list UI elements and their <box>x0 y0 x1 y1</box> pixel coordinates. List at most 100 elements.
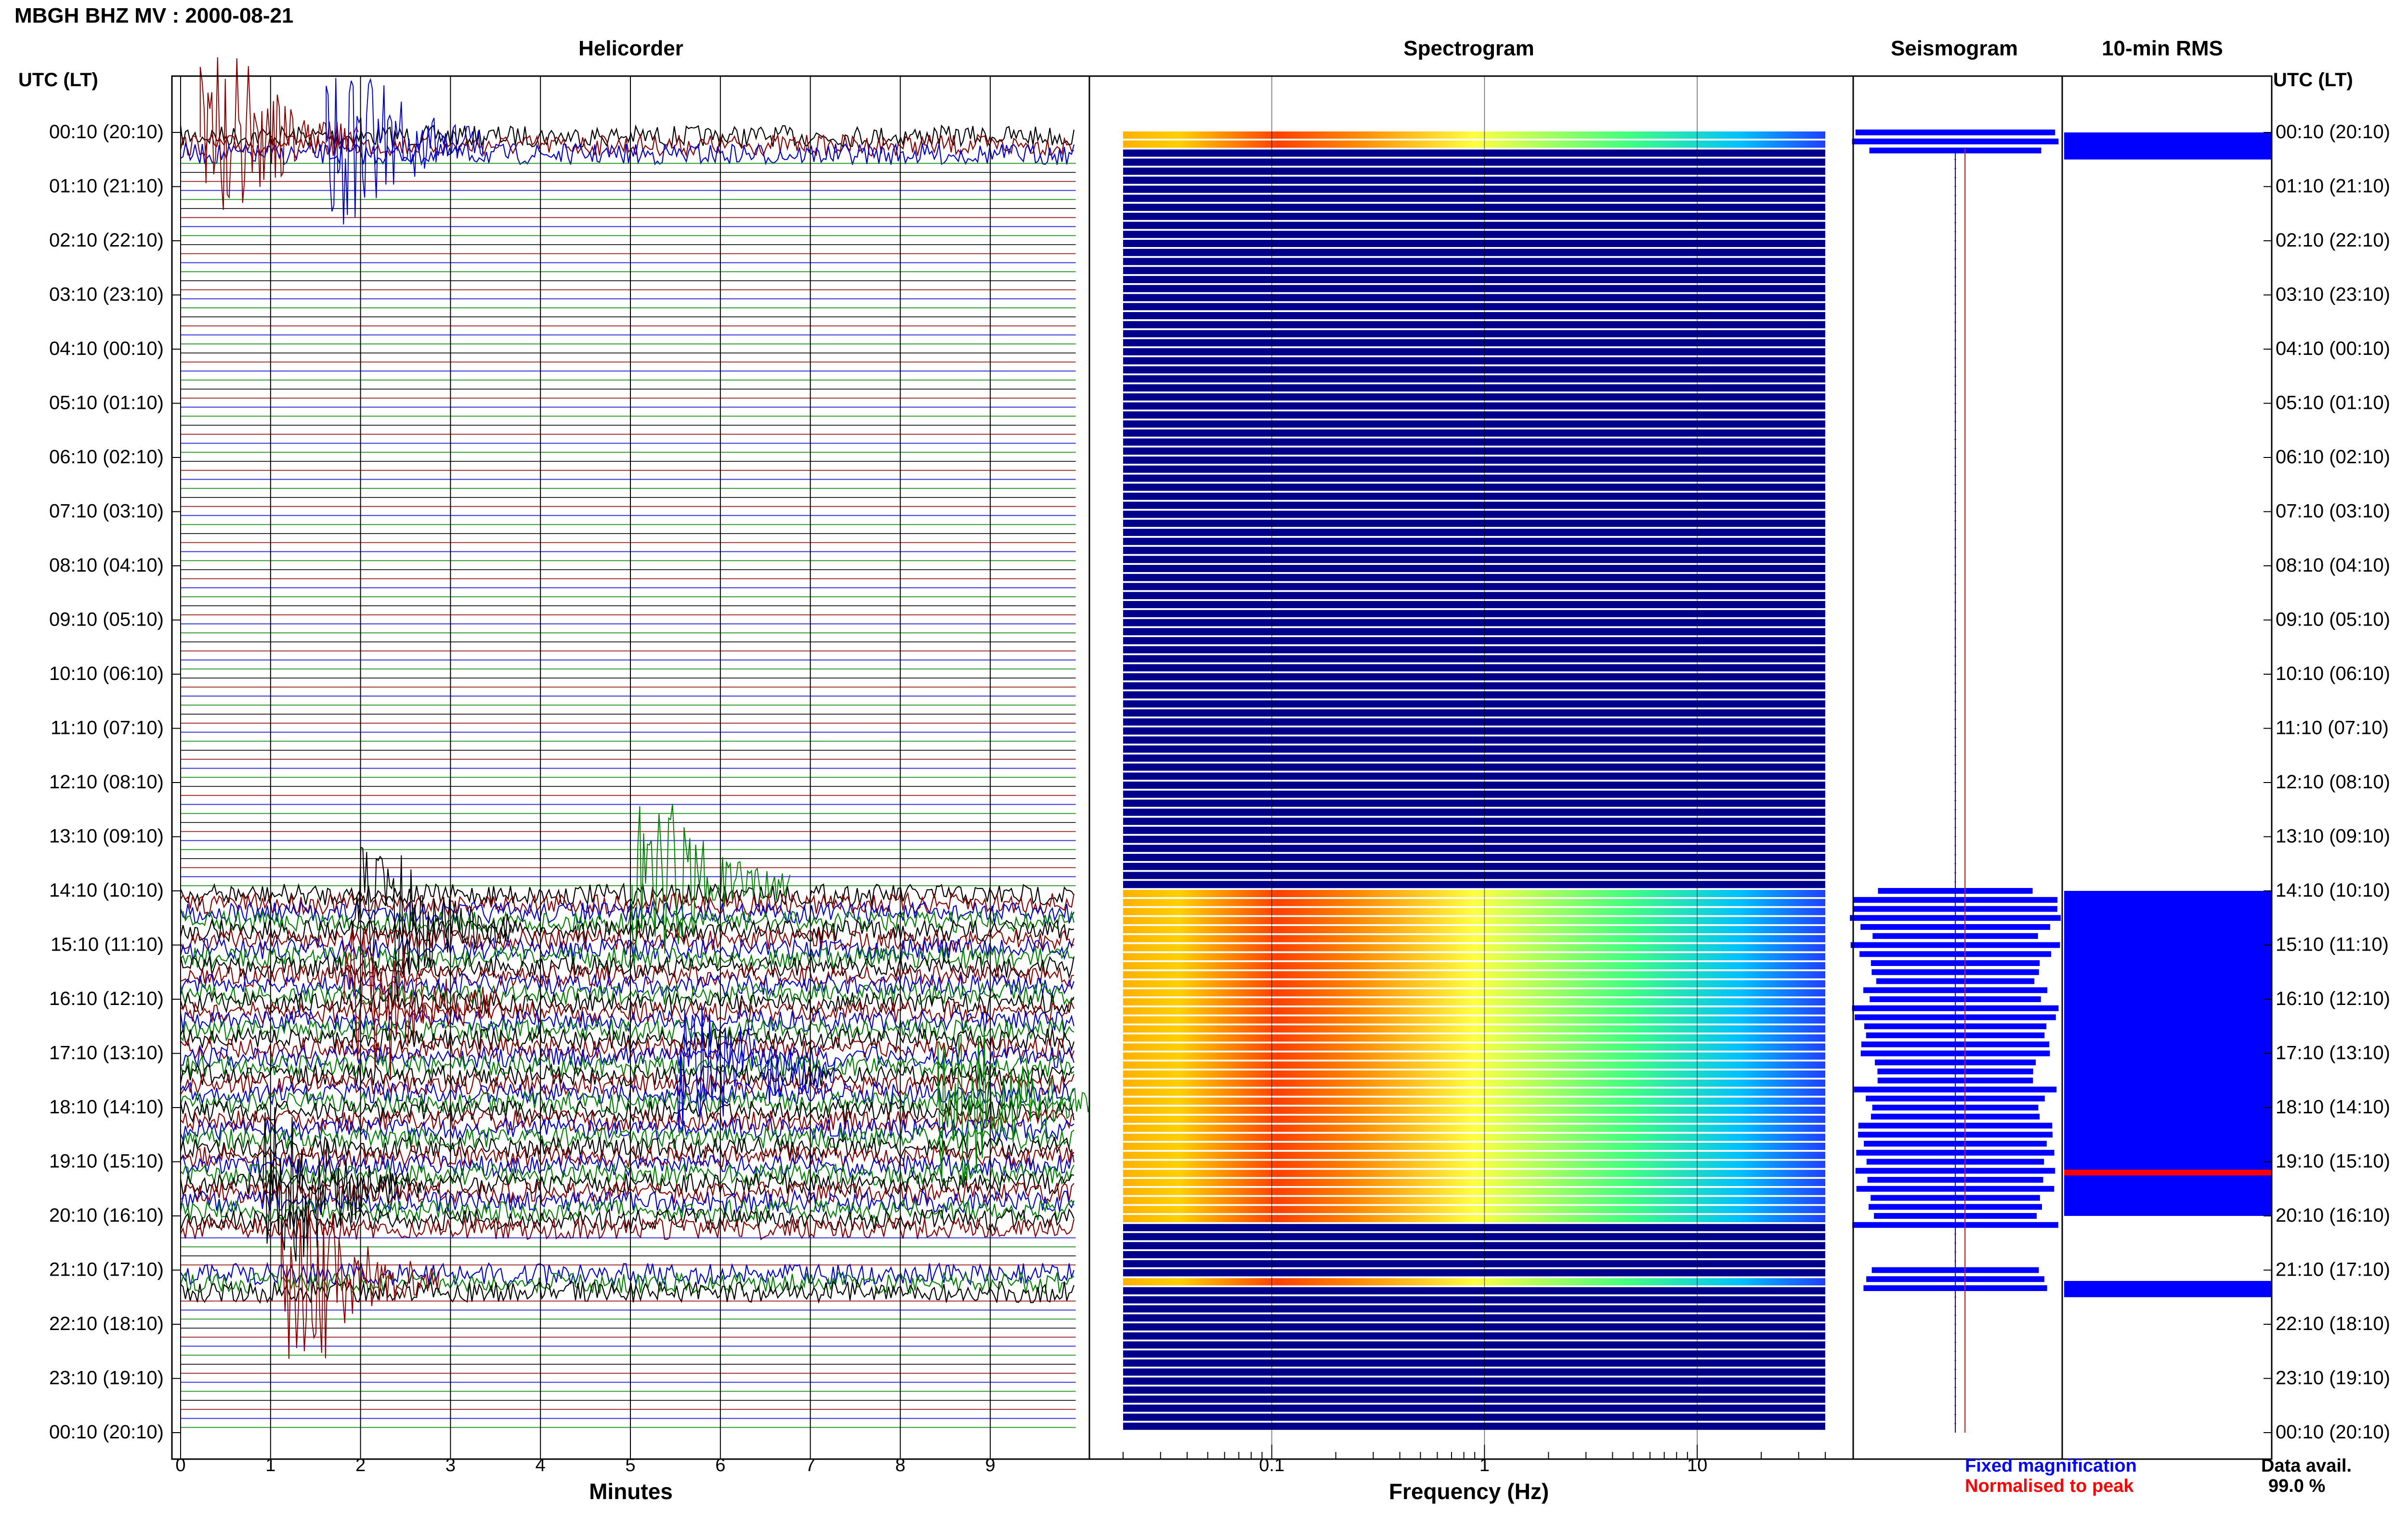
spectrogram-row <box>1123 619 1825 626</box>
spectrogram-row <box>1123 1079 1825 1087</box>
rms-bar <box>2064 1281 2272 1297</box>
spectrogram-row <box>1123 835 1825 843</box>
time-label-right: 03:10 (23:10) <box>2276 284 2390 305</box>
spectrogram-row <box>1123 899 1825 906</box>
time-label-right: 19:10 (15:10) <box>2276 1151 2390 1172</box>
spectrogram-row <box>1123 510 1825 518</box>
spectrogram-row <box>1123 447 1825 455</box>
spectrogram-row <box>1123 1206 1825 1214</box>
spectrogram-row <box>1123 149 1825 157</box>
time-label-left: 10:10 (06:10) <box>49 663 164 684</box>
spectrogram-row <box>1123 1260 1825 1267</box>
frequency-tick-label: 1 <box>1479 1455 1490 1475</box>
spectrogram-row <box>1123 168 1825 175</box>
spectrogram-row <box>1123 1350 1825 1358</box>
spectrogram-row <box>1123 1043 1825 1051</box>
minute-tick-label: 9 <box>985 1455 995 1475</box>
spectrogram-row <box>1123 529 1825 536</box>
spectrogram-row <box>1123 637 1825 644</box>
spectrogram-row <box>1123 1025 1825 1033</box>
helicorder-trace <box>180 1216 1075 1240</box>
time-label-left: 14:10 (10:10) <box>49 880 164 901</box>
spectrogram-row <box>1123 483 1825 491</box>
time-label-left: 04:10 (00:10) <box>49 338 164 359</box>
spectrogram-row <box>1123 646 1825 653</box>
time-label-left: 03:10 (23:10) <box>49 284 164 305</box>
spectrogram-row <box>1123 267 1825 274</box>
spectrogram-row <box>1123 384 1825 392</box>
time-label-left: 23:10 (19:10) <box>49 1368 164 1389</box>
spectrogram-row <box>1123 962 1825 969</box>
spectrogram-row <box>1123 944 1825 952</box>
time-label-left: 19:10 (15:10) <box>49 1151 164 1172</box>
spectrogram-row <box>1123 745 1825 753</box>
spectrogram-row <box>1123 339 1825 347</box>
figure-title: MBGH BHZ MV : 2000-08-21 <box>14 4 294 27</box>
utc-header-left: UTC (LT) <box>18 69 98 91</box>
time-label-left: 00:10 (20:10) <box>49 121 164 143</box>
spectrogram-row <box>1123 1251 1825 1258</box>
minute-tick-label: 0 <box>175 1455 185 1475</box>
spectrogram-row <box>1123 1070 1825 1078</box>
time-label-right: 17:10 (13:10) <box>2276 1043 2390 1064</box>
time-label-left: 00:10 (20:10) <box>49 1422 164 1443</box>
minute-tick-label: 1 <box>265 1455 275 1475</box>
helicorder-trace <box>180 991 1074 1016</box>
spectrogram-row <box>1123 375 1825 383</box>
spectrogram-row <box>1123 1061 1825 1069</box>
seismogram-frame <box>1852 75 2063 1460</box>
time-label-right: 07:10 (03:10) <box>2276 501 2390 522</box>
spectrogram-row <box>1123 1134 1825 1141</box>
spectrogram-row <box>1123 212 1825 220</box>
time-label-right: 02:10 (22:10) <box>2276 230 2390 251</box>
spectrogram-row <box>1123 195 1825 202</box>
spectrogram-row <box>1123 772 1825 780</box>
spectrogram-row <box>1123 809 1825 816</box>
time-label-left: 08:10 (04:10) <box>49 555 164 576</box>
spectrogram-row <box>1123 1052 1825 1060</box>
spectrogram-row <box>1123 890 1825 897</box>
time-label-left: 06:10 (02:10) <box>49 446 164 468</box>
minute-tick-label: 4 <box>536 1455 546 1475</box>
spectrogram-row <box>1123 438 1825 446</box>
time-label-right: 09:10 (05:10) <box>2276 609 2390 630</box>
spectrogram-row <box>1123 366 1825 374</box>
helicorder-trace <box>180 918 1074 943</box>
spectrogram-row <box>1123 971 1825 979</box>
spectrogram-row <box>1123 718 1825 726</box>
spectrogram-row <box>1123 917 1825 925</box>
spectrogram-row <box>1123 231 1825 238</box>
spectrogram-row <box>1123 1413 1825 1421</box>
time-label-left: 16:10 (12:10) <box>49 988 164 1009</box>
frequency-tick-label: 0.1 <box>1259 1455 1284 1475</box>
minute-tick-label: 8 <box>895 1455 905 1475</box>
spectrogram-row <box>1123 908 1825 915</box>
spectrogram-row <box>1123 457 1825 464</box>
spectrogram-row <box>1123 204 1825 211</box>
spectrogram-row <box>1123 1359 1825 1367</box>
time-label-right: 08:10 (04:10) <box>2276 555 2390 576</box>
spectrogram-row <box>1123 420 1825 428</box>
spectrogram-row <box>1123 140 1825 148</box>
seismogram-title: Seismogram <box>1890 37 2018 60</box>
spectrogram-row <box>1123 818 1825 825</box>
spectrogram-row <box>1123 312 1825 319</box>
time-label-right: 20:10 (16:10) <box>2276 1205 2390 1226</box>
spectrogram-row <box>1123 1088 1825 1096</box>
time-label-left: 09:10 (05:10) <box>49 609 164 630</box>
time-label-left: 01:10 (21:10) <box>49 176 164 197</box>
spectrogram-title: Spectrogram <box>1403 37 1534 60</box>
spectrogram-row <box>1123 574 1825 581</box>
spectrogram-row <box>1123 1115 1825 1123</box>
frequency-tick-label: 10 <box>1687 1455 1707 1475</box>
spectrogram-row <box>1123 935 1825 942</box>
time-label-left: 02:10 (22:10) <box>49 230 164 251</box>
rms-frame <box>2061 75 2273 1460</box>
time-label-left: 13:10 (09:10) <box>49 826 164 847</box>
spectrogram-row <box>1123 402 1825 410</box>
spectrogram-row <box>1123 1314 1825 1322</box>
spectrogram-row <box>1123 1341 1825 1349</box>
spectrogram-row <box>1123 673 1825 680</box>
spectrogram-row <box>1123 276 1825 283</box>
spectrogram-row <box>1123 222 1825 229</box>
